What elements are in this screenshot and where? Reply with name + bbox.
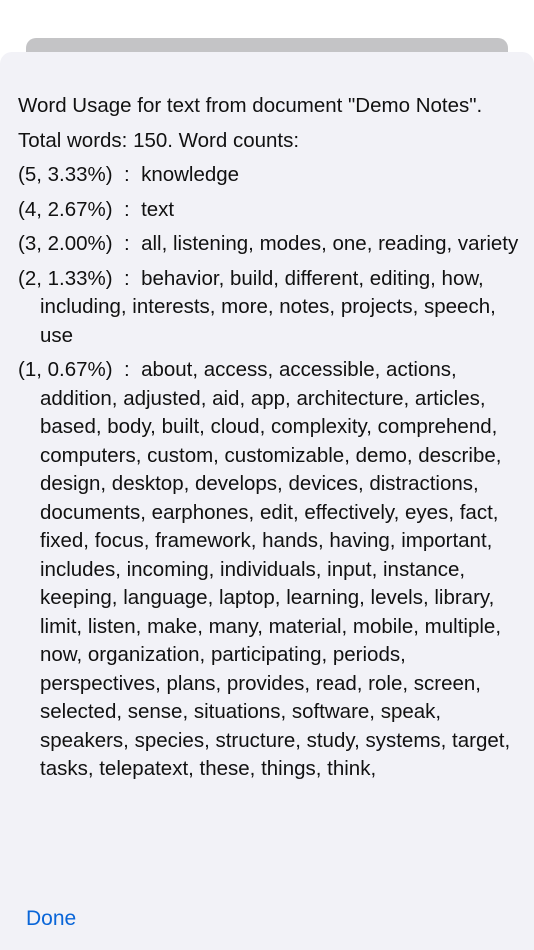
done-button[interactable]: Done: [26, 905, 76, 933]
total-words-summary: Total words: 150. Word counts:: [18, 128, 300, 152]
group-words: about, access, accessible, actions, addi…: [40, 358, 511, 780]
group-separator: :: [112, 266, 142, 290]
group-words: all, listening, modes, one, reading, var…: [141, 232, 519, 255]
word-count-group: (2, 1.33%) : behavior, build, different,…: [18, 265, 526, 351]
group-count: (2, 1.33%): [18, 266, 113, 290]
word-count-group: (4, 2.67%) : text: [18, 196, 526, 225]
group-count: (3, 2.00%): [18, 232, 113, 255]
scroll-fade: [0, 864, 534, 884]
word-count-group: (5, 3.33%) : knowledge: [18, 161, 526, 190]
word-usage-text[interactable]: Word Usage for text from document "Demo …: [18, 92, 526, 874]
group-count: (5, 3.33%): [18, 163, 113, 186]
word-usage-sheet: Word Usage for text from document "Demo …: [0, 52, 534, 950]
word-count-group: (1, 0.67%) : about, access, accessible, …: [18, 356, 526, 784]
group-words: knowledge: [141, 163, 240, 186]
report-title: Word Usage for text from document "Demo …: [18, 94, 483, 117]
group-separator: :: [112, 232, 142, 255]
group-separator: :: [112, 163, 142, 186]
group-count: (1, 0.67%): [18, 358, 113, 381]
group-words: text: [141, 197, 175, 221]
group-separator: :: [112, 197, 142, 221]
group-separator: :: [112, 358, 142, 381]
group-count: (4, 2.67%): [18, 197, 113, 221]
word-count-group: (3, 2.00%) : all, listening, modes, one,…: [18, 230, 526, 259]
